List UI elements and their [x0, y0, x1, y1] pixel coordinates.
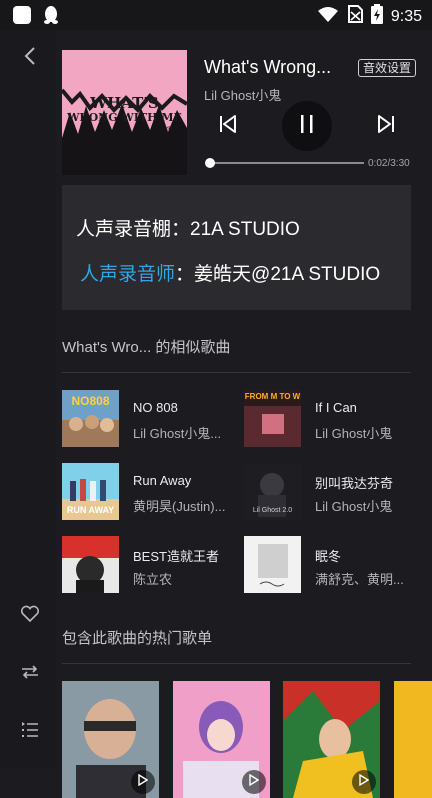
similar-song-cover: NO808: [62, 390, 119, 447]
repeat-mode-button[interactable]: [16, 660, 44, 688]
credit-studio: 人声录音棚：21A STUDIO: [76, 219, 300, 240]
left-rail: [0, 30, 56, 768]
wifi-icon: [317, 5, 339, 28]
app-icon: [12, 5, 32, 30]
credit-engineer-label: 人声录音师: [80, 264, 176, 285]
similar-song-title: BEST造就王者: [133, 549, 219, 564]
progress-knob[interactable]: [204, 158, 215, 168]
cover-title-line1: WHAT'S: [90, 94, 159, 112]
cover-artist-mark: LIL GHOST: [153, 126, 179, 132]
main-content: WHAT'S WRONG WITH ME LIL GHOST What's Wr…: [56, 30, 432, 798]
cover-label: NO808: [71, 394, 110, 408]
credit-engineer: 人声录音师：姜皓天@21A STUDIO: [80, 259, 380, 286]
similar-song-artist: Lil Ghost小鬼: [315, 426, 393, 441]
playlist-icon: [20, 721, 40, 744]
similar-song-artist: 黄明昊(Justin)...: [133, 499, 226, 514]
play-icon: [359, 773, 370, 791]
similar-song-item[interactable]: RUN AWAY Run Away 黄明昊(Justin)...: [62, 463, 242, 523]
playlist-card[interactable]: [62, 681, 159, 798]
similar-song-cover: Lil Ghost 2.0: [244, 463, 301, 520]
similar-song-title: Run Away: [133, 473, 192, 488]
no-sim-icon: [347, 4, 363, 29]
song-artist[interactable]: Lil Ghost小鬼: [204, 85, 281, 104]
back-icon: [23, 46, 37, 71]
cover-label: Lil Ghost 2.0: [252, 507, 293, 514]
back-button[interactable]: [16, 44, 44, 72]
time-display: 0:02/3:30: [368, 158, 410, 169]
similar-song-cover: [244, 536, 301, 593]
divider: [62, 372, 411, 373]
similar-song-title: If I Can: [315, 400, 357, 415]
playlist-card[interactable]: [283, 681, 380, 798]
qq-icon: [42, 5, 60, 30]
play-icon: [138, 773, 149, 791]
credit-engineer-separator: ：: [175, 264, 195, 285]
heart-icon: [20, 605, 40, 628]
status-time: 9:35: [390, 7, 422, 25]
similar-song-item[interactable]: FROM M TO W If I Can Lil Ghost小鬼: [244, 390, 424, 450]
similar-song-artist: Lil Ghost小鬼: [315, 499, 393, 514]
battery-charging-icon: [370, 4, 383, 29]
skip-next-icon: [376, 114, 396, 139]
similar-song-cover: RUN AWAY: [62, 463, 119, 520]
playlist-play-button[interactable]: [131, 770, 155, 794]
next-button[interactable]: [374, 114, 398, 138]
similar-song-cover: FROM M TO W: [244, 390, 301, 447]
similar-song-artist: 陈立农: [133, 572, 173, 587]
similar-song-item[interactable]: Lil Ghost 2.0 别叫我达芬奇 Lil Ghost小鬼: [244, 463, 424, 523]
cover-label: FROM M TO W: [244, 392, 301, 401]
playlist-card[interactable]: [394, 681, 432, 798]
similar-songs-title: What's Wro... 的相似歌曲: [62, 339, 231, 356]
playlist-play-button[interactable]: [352, 770, 376, 794]
cover-title-line2: WRONG WITH ME: [67, 111, 182, 124]
pause-icon: [298, 114, 316, 139]
divider: [62, 663, 411, 664]
similar-song-item[interactable]: 眠冬 满舒克、黄明...: [244, 536, 424, 596]
previous-button[interactable]: [216, 114, 240, 138]
repeat-icon: [20, 663, 40, 686]
playlist-play-button[interactable]: [242, 770, 266, 794]
skip-previous-icon: [218, 114, 238, 139]
progress-bar[interactable]: [204, 158, 364, 168]
favorite-button[interactable]: [16, 602, 44, 630]
play-icon: [249, 773, 260, 791]
credits-card: 人声录音棚：21A STUDIO 人声录音师：姜皓天@21A STUDIO: [62, 185, 411, 310]
pause-button[interactable]: [282, 101, 332, 151]
credit-engineer-value: 姜皓天@21A STUDIO: [194, 264, 381, 285]
similar-song-item[interactable]: BEST造就王者 陈立农: [62, 536, 242, 596]
status-bar: 9:35: [0, 0, 432, 30]
similar-song-title: 眠冬: [315, 549, 342, 564]
sound-effect-button[interactable]: 音效设置: [358, 59, 417, 77]
similar-song-cover: [62, 536, 119, 593]
similar-song-title: NO 808: [133, 400, 178, 415]
queue-button[interactable]: [16, 718, 44, 746]
similar-song-artist: Lil Ghost小鬼...: [133, 426, 222, 441]
song-title: What's Wrong...: [204, 57, 332, 77]
cover-label: RUN AWAY: [66, 505, 115, 515]
similar-song-item[interactable]: NO808 NO 808 Lil Ghost小鬼...: [62, 390, 242, 450]
similar-song-title: 别叫我达芬奇: [315, 476, 394, 491]
album-cover[interactable]: WHAT'S WRONG WITH ME LIL GHOST: [62, 50, 187, 175]
hot-playlists-title: 包含此歌曲的热门歌单: [62, 630, 213, 647]
playlist-card[interactable]: [173, 681, 270, 798]
similar-song-artist: 满舒克、黄明...: [315, 572, 404, 587]
